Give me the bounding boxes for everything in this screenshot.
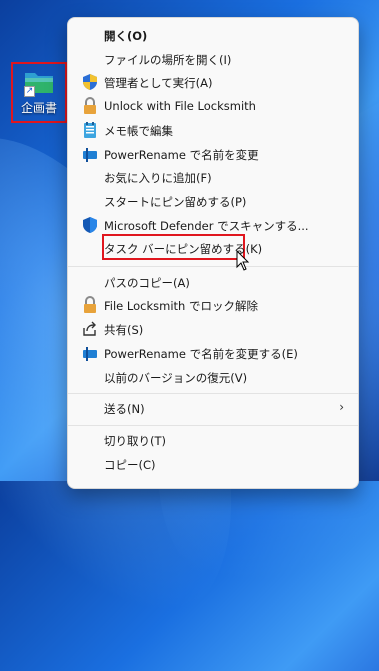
menu-item-share[interactable]: 共有(S)	[72, 317, 354, 341]
menu-item-cut[interactable]: 切り取り(T)	[72, 428, 354, 452]
menu-item-label: Unlock with File Locksmith	[104, 99, 256, 113]
menu-item-send-to[interactable]: 送る(N) ›	[72, 396, 354, 420]
lock-icon	[84, 97, 96, 114]
menu-item-powerrename-e[interactable]: PowerRename で名前を変更する(E)	[72, 341, 354, 365]
selection-highlight	[11, 62, 67, 123]
menu-item-edit-notepad[interactable]: メモ帳で編集	[72, 118, 354, 142]
menu-item-pin-taskbar[interactable]: タスク バーにピン留めする(K)	[72, 234, 354, 260]
menu-item-label: 以前のバージョンの復元(V)	[104, 371, 248, 385]
share-icon	[83, 321, 96, 336]
menu-separator	[68, 425, 358, 426]
notepad-icon	[84, 122, 96, 138]
menu-item-label: Microsoft Defender でスキャンする...	[104, 219, 309, 233]
menu-item-run-as-admin[interactable]: 管理者として実行(A)	[72, 70, 354, 94]
menu-item-open[interactable]: 開く(O)	[72, 23, 354, 47]
menu-item-label: 開く(O)	[104, 29, 148, 43]
menu-item-restore-previous[interactable]: 以前のバージョンの復元(V)	[72, 365, 354, 389]
menu-item-pin-start[interactable]: スタートにピン留めする(P)	[72, 189, 354, 213]
menu-item-label: パスのコピー(A)	[104, 276, 190, 290]
menu-item-label: お気に入りに追加(F)	[104, 171, 212, 185]
menu-item-copy-path[interactable]: パスのコピー(A)	[72, 270, 354, 294]
menu-item-label: コピー(C)	[104, 458, 156, 472]
menu-item-powerrename[interactable]: PowerRename で名前を変更	[72, 142, 354, 166]
menu-item-label: 切り取り(T)	[104, 434, 166, 448]
defender-icon	[83, 217, 97, 233]
mouse-cursor-icon	[236, 250, 250, 271]
menu-item-file-locksmith-unlock[interactable]: File Locksmith でロック解除	[72, 293, 354, 317]
lock-icon	[84, 296, 96, 313]
menu-separator	[68, 266, 358, 267]
menu-item-label: メモ帳で編集	[104, 124, 173, 138]
menu-item-label: File Locksmith でロック解除	[104, 299, 258, 313]
context-menu: 開く(O) ファイルの場所を開く(I) 管理者として実行(A) Unlock w…	[67, 17, 359, 489]
menu-item-label: PowerRename で名前を変更	[104, 148, 259, 162]
menu-item-unlock-file-locksmith[interactable]: Unlock with File Locksmith	[72, 94, 354, 118]
shield-uac-icon	[83, 74, 97, 90]
menu-item-label: 送る(N)	[104, 402, 145, 416]
chevron-right-icon: ›	[339, 400, 344, 414]
menu-separator	[68, 393, 358, 394]
menu-item-label: PowerRename で名前を変更する(E)	[104, 347, 298, 361]
menu-item-add-favorites[interactable]: お気に入りに追加(F)	[72, 165, 354, 189]
menu-item-label: ファイルの場所を開く(I)	[104, 53, 232, 67]
menu-item-label: 管理者として実行(A)	[104, 76, 213, 90]
powerrename-icon	[83, 148, 97, 162]
menu-item-open-file-location[interactable]: ファイルの場所を開く(I)	[72, 47, 354, 71]
menu-item-label: スタートにピン留めする(P)	[104, 195, 247, 209]
menu-item-label: 共有(S)	[104, 323, 144, 337]
menu-item-copy[interactable]: コピー(C)	[72, 452, 354, 476]
powerrename-icon	[83, 347, 97, 361]
